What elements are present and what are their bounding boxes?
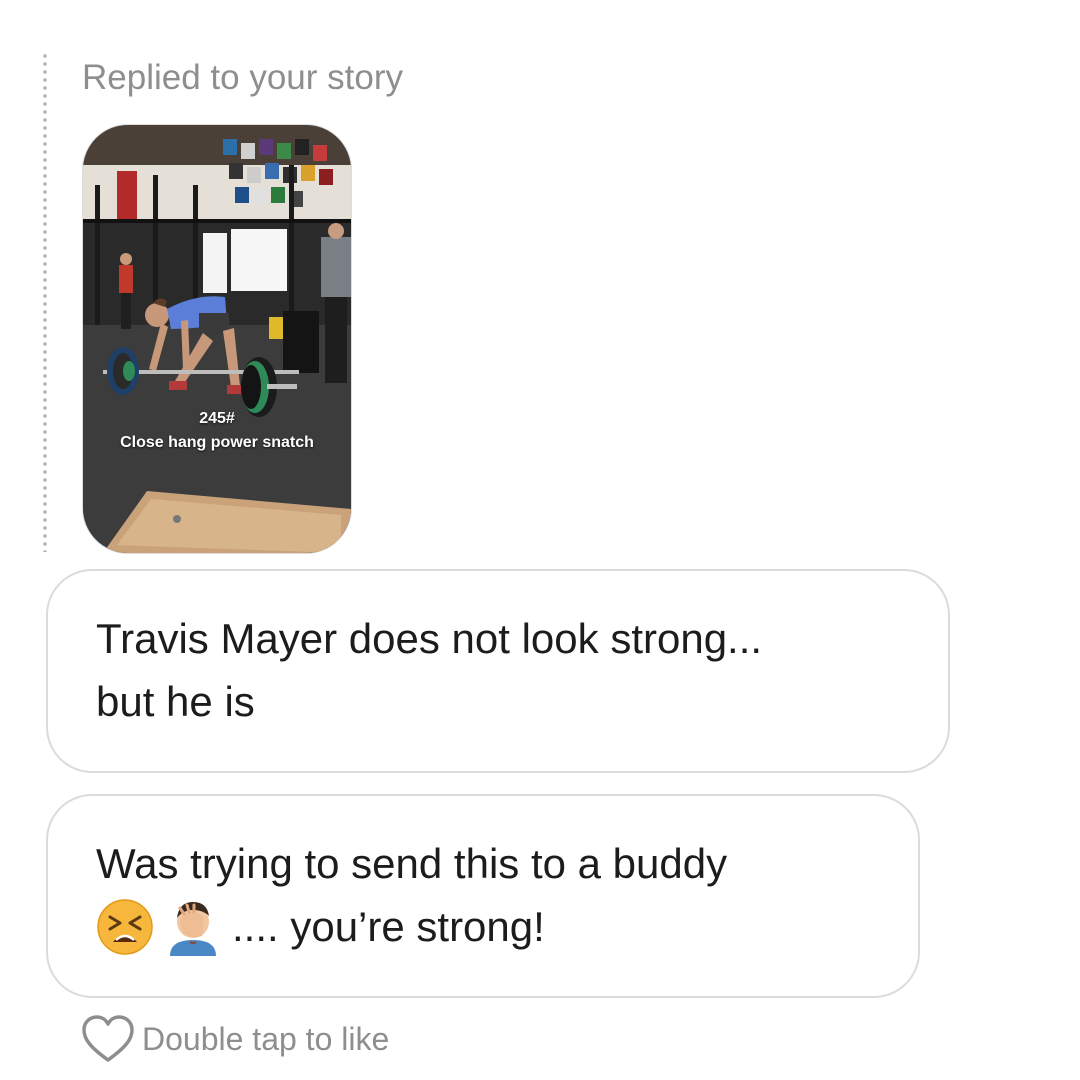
- story-thumbnail[interactable]: 245# Close hang power snatch: [82, 124, 352, 554]
- story-photo: [83, 125, 351, 553]
- tired-face-emoji-icon: [96, 898, 154, 956]
- story-weight-caption: 245#: [199, 410, 235, 427]
- reply-thread-line: [43, 52, 47, 552]
- message-text-line: Travis Mayer does not look strong...: [96, 615, 763, 662]
- replied-to-story-label: Replied to your story: [82, 58, 403, 97]
- story-lift-caption: Close hang power snatch: [120, 434, 314, 451]
- message-emoji-line: .... you’re strong!: [96, 895, 870, 958]
- double-tap-like-hint[interactable]: Double tap to like: [80, 1014, 389, 1064]
- message-text-fragment: .... you’re strong!: [232, 903, 545, 950]
- message-bubble[interactable]: Travis Mayer does not look strong... but…: [46, 569, 950, 773]
- message-bubble[interactable]: Was trying to send this to a buddy .... …: [46, 794, 920, 998]
- message-text-line: but he is: [96, 678, 255, 725]
- heart-outline-icon: [82, 1015, 134, 1062]
- message-text-line: Was trying to send this to a buddy: [96, 840, 728, 887]
- face-palm-emoji-icon: [164, 898, 222, 956]
- double-tap-like-label: Double tap to like: [142, 1020, 390, 1057]
